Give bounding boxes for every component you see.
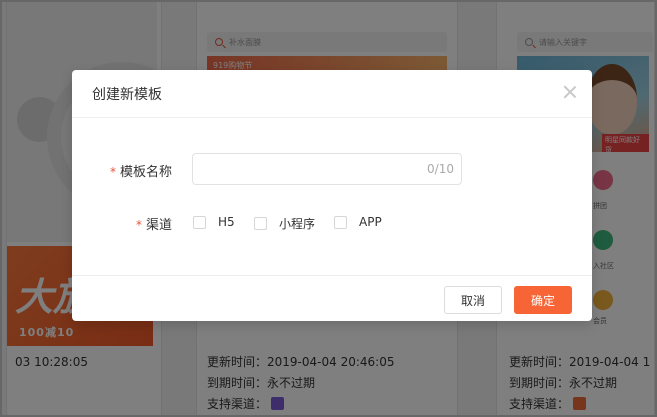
- checkbox[interactable]: [334, 215, 347, 229]
- dialog-footer: 取消 确定: [72, 275, 592, 321]
- cancel-button[interactable]: 取消: [444, 286, 502, 314]
- template-name-row: * 模板名称 0/10: [72, 153, 592, 185]
- create-template-dialog: 创建新模板 * 模板名称 0/10 * 渠道 H5 小程序 APP 取消 确定: [72, 70, 592, 321]
- dialog-header: 创建新模板: [72, 70, 592, 118]
- required-mark: *: [135, 218, 142, 232]
- confirm-button[interactable]: 确定: [514, 286, 572, 314]
- channel-label: * 渠道: [135, 218, 172, 233]
- close-icon[interactable]: [562, 84, 578, 100]
- channel-option-miniprogram[interactable]: 小程序: [254, 215, 315, 232]
- required-mark: *: [109, 165, 116, 179]
- char-counter: 0/10: [427, 162, 454, 176]
- channel-option-app[interactable]: APP: [334, 215, 382, 229]
- channel-option-h5[interactable]: H5: [193, 215, 235, 229]
- dialog-title: 创建新模板: [92, 87, 162, 103]
- channel-row: * 渠道 H5 小程序 APP: [72, 206, 592, 238]
- template-name-label: * 模板名称: [109, 165, 172, 180]
- checkbox[interactable]: [193, 215, 206, 229]
- checkbox[interactable]: [254, 217, 267, 230]
